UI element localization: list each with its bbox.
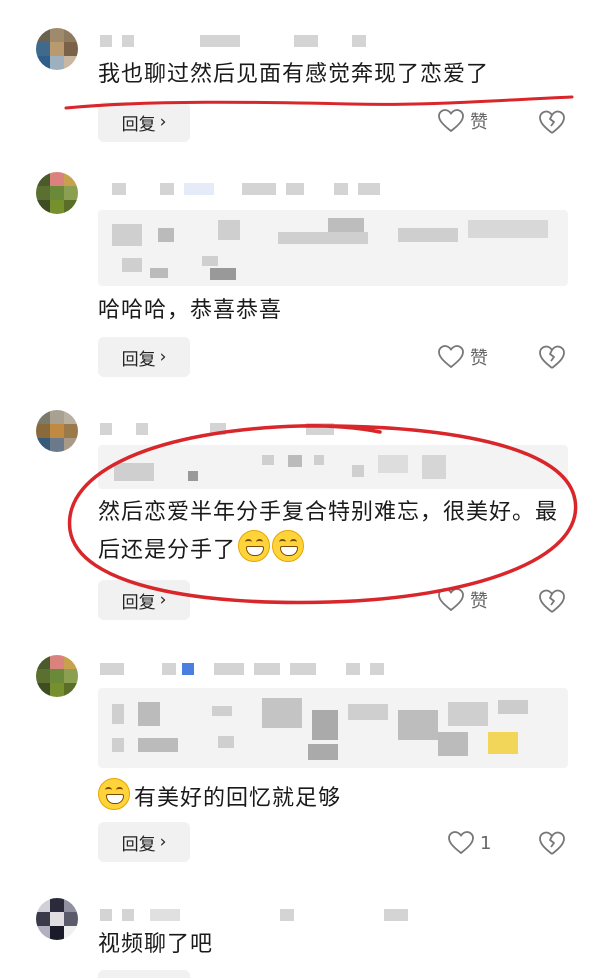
chevron-right-icon: › [159, 590, 167, 610]
like-label: 赞 [470, 348, 488, 369]
like-button[interactable]: 赞 [438, 585, 488, 615]
heart-outline-icon [438, 588, 464, 612]
grinning-face-emoji [272, 530, 305, 562]
comment-text: 然后恋爱半年分手复合特别难忘，很美好。最后还是分手了 [98, 496, 578, 568]
reply-label: 回复 [121, 834, 156, 855]
reply-label: 回复 [121, 349, 156, 370]
avatar[interactable] [36, 172, 78, 214]
reply-button[interactable]: 回复 › [98, 337, 190, 377]
like-button[interactable]: 赞 [438, 342, 488, 372]
avatar[interactable] [36, 898, 78, 940]
comment-text-body: 然后恋爱半年分手复合特别难忘，很美好。最后还是分手了 [98, 500, 559, 563]
grinning-face-emoji [238, 530, 271, 562]
comment-text: 我也聊过然后见面有感觉奔现了恋爱了 [98, 62, 490, 87]
heart-outline-icon [448, 831, 474, 855]
broken-heart-icon[interactable] [538, 829, 566, 857]
like-button[interactable]: 赞 [438, 106, 488, 136]
quoted-reply-blurred[interactable] [98, 445, 568, 489]
reply-label: 回复 [121, 114, 156, 135]
chevron-right-icon: › [159, 112, 167, 132]
username-blurred[interactable] [100, 658, 394, 675]
heart-outline-icon [438, 345, 464, 369]
reply-button[interactable]: 回复 › [98, 822, 190, 862]
avatar[interactable] [36, 410, 78, 452]
grinning-face-emoji [98, 778, 130, 810]
avatar[interactable] [36, 28, 78, 70]
avatar[interactable] [36, 655, 78, 697]
comment-text: 视频聊了吧 [98, 932, 214, 957]
like-label: 赞 [470, 591, 488, 612]
broken-heart-icon[interactable] [538, 343, 566, 371]
reply-button[interactable] [98, 970, 190, 978]
username-blurred[interactable] [112, 178, 390, 195]
like-label: 赞 [470, 112, 488, 133]
reply-button[interactable]: 回复 › [98, 102, 190, 142]
username-blurred[interactable] [100, 30, 376, 47]
username-blurred[interactable] [100, 418, 344, 435]
red-circle-annotation [67, 424, 578, 605]
chevron-right-icon: › [159, 832, 167, 852]
reply-button[interactable]: 回复 › [98, 580, 190, 620]
comment-text: 有美好的回忆就足够 [98, 778, 578, 816]
heart-outline-icon [438, 109, 464, 133]
broken-heart-icon[interactable] [538, 108, 566, 136]
reply-label: 回复 [121, 592, 156, 613]
quoted-reply-blurred[interactable] [98, 210, 568, 286]
chevron-right-icon: › [159, 347, 167, 367]
broken-heart-icon[interactable] [538, 587, 566, 615]
comment-text: 哈哈哈，恭喜恭喜 [98, 298, 283, 323]
comment-text-body: 有美好的回忆就足够 [134, 786, 342, 811]
quoted-reply-blurred[interactable] [98, 688, 568, 768]
red-underline-annotation [64, 95, 574, 110]
like-count: 1 [480, 832, 492, 854]
like-button[interactable]: 1 [448, 828, 491, 858]
username-blurred[interactable] [100, 904, 418, 921]
